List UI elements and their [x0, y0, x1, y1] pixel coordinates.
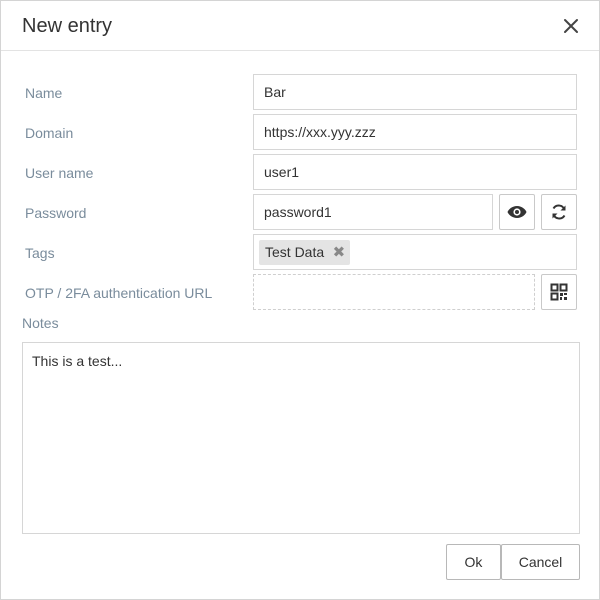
tags-input[interactable]: Test Data ✖ — [253, 234, 577, 270]
show-password-button[interactable] — [499, 194, 535, 230]
qr-code-icon — [550, 283, 568, 301]
password-label: Password — [25, 205, 87, 221]
scan-qr-button[interactable] — [541, 274, 577, 310]
remove-x-icon[interactable]: ✖ — [333, 240, 346, 265]
name-input[interactable] — [253, 74, 577, 110]
notes-textarea[interactable]: This is a test... — [22, 342, 580, 534]
domain-input[interactable] — [253, 114, 577, 150]
tags-label: Tags — [25, 245, 55, 261]
otp-input[interactable] — [253, 274, 535, 310]
notes-label: Notes — [22, 315, 59, 331]
generate-password-button[interactable] — [541, 194, 577, 230]
refresh-icon — [552, 204, 566, 220]
close-icon — [564, 19, 578, 33]
close-button[interactable] — [559, 14, 583, 38]
otp-label: OTP / 2FA authentication URL — [25, 285, 213, 301]
password-input[interactable] — [253, 194, 493, 230]
name-label: Name — [25, 85, 63, 101]
user-name-input[interactable] — [253, 154, 577, 190]
tag-label: Test Data — [265, 244, 325, 260]
tag-chip: Test Data ✖ — [259, 240, 351, 265]
dialog-header: New entry — [1, 1, 599, 51]
domain-label: Domain — [25, 125, 74, 141]
new-entry-dialog: New entry Name Domain User name Password — [0, 0, 600, 600]
user-name-label: User name — [25, 165, 94, 181]
cancel-button[interactable]: Cancel — [501, 544, 580, 580]
eye-icon — [507, 206, 527, 218]
dialog-title: New entry — [22, 15, 113, 37]
ok-button[interactable]: Ok — [446, 544, 501, 580]
